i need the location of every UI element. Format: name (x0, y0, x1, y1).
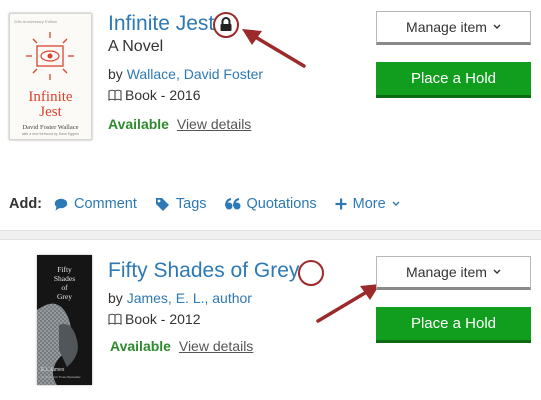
format-line: Book - 2012 (108, 311, 201, 327)
result-item-2: Fifty Shades of Grey E L James #1 New Yo… (0, 240, 541, 400)
tag-icon (155, 198, 169, 211)
more-label: More (352, 196, 386, 212)
author-link[interactable]: James, E. L., author (127, 290, 252, 306)
cover-foreword-line: with a new foreword by Dave Eggers (22, 132, 79, 136)
tags-label: Tags (175, 196, 207, 212)
view-details-link[interactable]: View details (177, 116, 251, 132)
chevron-down-icon (392, 201, 400, 206)
author-line: by James, E. L., author (108, 290, 252, 306)
quotations-label: Quotations (246, 196, 317, 212)
book-cover-fifty-shades[interactable]: Fifty Shades of Grey E L James #1 New Yo… (37, 255, 92, 385)
item-subtitle: A Novel (108, 38, 164, 55)
place-hold-button[interactable]: Place a Hold (376, 62, 531, 98)
format-text: Book - 2012 (125, 311, 201, 327)
cover-tagline: #1 New York Times Bestseller (41, 375, 81, 379)
section-divider (0, 230, 541, 240)
format-text: Book - 2016 (125, 87, 201, 103)
cover-title-line4: Grey (57, 292, 72, 301)
book-cover-infinite-jest[interactable]: 20th Anniversary Edition Infinite Jest D… (9, 13, 92, 140)
author-line: by Wallace, David Foster (108, 66, 263, 82)
author-link[interactable]: Wallace, David Foster (127, 66, 263, 82)
availability-line: Available View details (110, 338, 253, 354)
manage-item-button[interactable]: Manage item (376, 256, 531, 290)
cover-edition-line: 20th Anniversary Edition (14, 19, 58, 24)
comment-icon (54, 198, 68, 210)
cover-author-line: David Foster Wallace (22, 124, 79, 131)
manage-item-label: Manage item (406, 264, 487, 280)
availability-status: Available (108, 116, 169, 132)
add-more-menu[interactable]: More (335, 196, 400, 212)
item-title[interactable]: Infinite Jest (108, 12, 214, 36)
manage-item-label: Manage item (406, 19, 487, 35)
lock-icon (220, 17, 232, 31)
availability-line: Available View details (108, 116, 251, 132)
result-item-1: 20th Anniversary Edition Infinite Jest D… (0, 0, 541, 176)
book-icon (108, 313, 122, 325)
add-tags-link[interactable]: Tags (155, 196, 207, 212)
add-label: Add: (9, 196, 43, 212)
place-hold-button[interactable]: Place a Hold (376, 307, 531, 343)
comment-label: Comment (74, 196, 137, 212)
author-prefix: by (108, 290, 123, 306)
add-comment-link[interactable]: Comment (54, 196, 137, 212)
cover-title-line2: Shades (53, 274, 76, 283)
book-icon (108, 89, 122, 101)
availability-status: Available (110, 338, 171, 354)
quote-icon (224, 198, 241, 210)
cover-title-line1: Fifty (57, 265, 72, 274)
item-title[interactable]: Fifty Shades of Grey (108, 259, 299, 283)
cover-title-line1: Infinite (28, 89, 73, 105)
view-details-link[interactable]: View details (179, 338, 253, 354)
manage-item-button[interactable]: Manage item (376, 11, 531, 45)
author-prefix: by (108, 66, 123, 82)
add-quotations-link[interactable]: Quotations (224, 196, 317, 212)
chevron-down-icon (493, 24, 501, 29)
cover-title-line2: Jest (39, 104, 62, 120)
annotation-arrow (316, 284, 380, 323)
chevron-down-icon (493, 269, 501, 274)
format-line: Book - 2016 (108, 87, 201, 103)
add-actions-bar: Add: Comment Tags Quotations More (0, 184, 541, 224)
plus-icon (335, 198, 347, 210)
annotation-arrow (242, 29, 306, 68)
cover-author-line: E L James (41, 367, 65, 373)
eye-emblem-icon (26, 32, 74, 80)
cover-title-line3: of (61, 283, 68, 292)
